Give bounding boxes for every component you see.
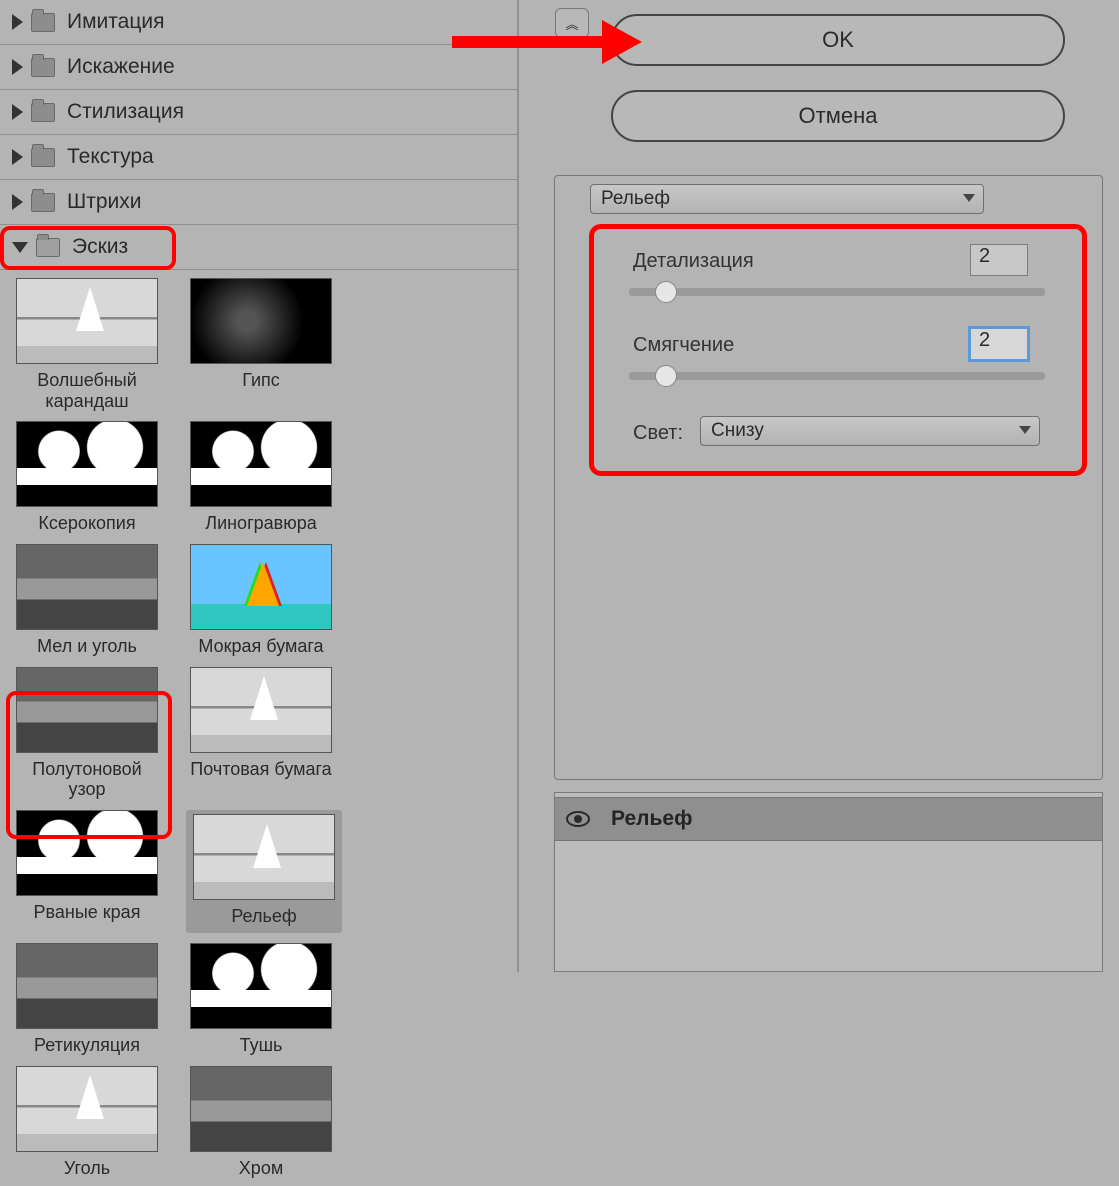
thumb-caption: Мокрая бумага <box>198 636 323 657</box>
folder-row-5[interactable]: Эскиз <box>0 225 517 270</box>
filter-thumb-0[interactable]: Волшебный карандаш <box>12 278 162 411</box>
soft-input[interactable]: 2 <box>970 328 1028 360</box>
eye-icon <box>565 810 591 828</box>
thumb-caption: Тушь <box>240 1035 283 1056</box>
filter-thumb-2[interactable]: Ксерокопия <box>12 421 162 534</box>
thumb-caption: Линогравюра <box>205 513 317 534</box>
thumb-preview <box>16 278 158 364</box>
collapse-panel-button[interactable]: ︽ <box>555 8 589 38</box>
thumb-caption: Ретикуляция <box>34 1035 140 1056</box>
filter-thumb-5[interactable]: Мокрая бумага <box>186 544 336 657</box>
thumb-preview <box>16 544 158 630</box>
light-label: Свет: <box>633 422 683 445</box>
filter-select[interactable]: Рельеф <box>590 184 984 214</box>
filter-thumb-9[interactable]: Рельеф <box>186 810 342 933</box>
folder-icon <box>31 193 55 212</box>
thumb-caption: Хром <box>239 1158 283 1179</box>
thumb-preview <box>16 667 158 753</box>
folder-row-2[interactable]: Стилизация <box>0 90 517 135</box>
folder-icon <box>31 148 55 167</box>
soft-label: Смягчение <box>633 334 734 357</box>
filter-thumb-13[interactable]: Хром <box>186 1066 336 1179</box>
soft-slider[interactable] <box>629 372 1045 380</box>
thumb-preview <box>190 278 332 364</box>
detail-slider[interactable] <box>629 288 1045 296</box>
folder-icon <box>36 238 60 257</box>
double-chevron-up-icon: ︽ <box>565 14 578 33</box>
folder-row-0[interactable]: Имитация <box>0 0 517 45</box>
detail-input[interactable]: 2 <box>970 244 1028 276</box>
ok-button[interactable]: OK <box>611 14 1065 66</box>
layer-row[interactable]: Рельеф <box>555 797 1102 841</box>
folder-label: Эскиз <box>72 235 128 259</box>
thumb-preview <box>16 943 158 1029</box>
filter-thumb-10[interactable]: Ретикуляция <box>12 943 162 1056</box>
chevron-down-icon <box>1019 426 1031 434</box>
filter-thumb-8[interactable]: Рваные края <box>12 810 162 933</box>
thumb-caption: Рельеф <box>231 906 296 927</box>
slider-thumb-icon[interactable] <box>655 281 677 303</box>
cancel-label: Отмена <box>799 103 878 129</box>
filter-thumb-7[interactable]: Почтовая бумага <box>186 667 336 800</box>
folder-label: Штрихи <box>67 190 142 214</box>
chevron-down-icon <box>963 194 975 202</box>
folder-label: Имитация <box>67 10 164 34</box>
thumb-preview <box>190 1066 332 1152</box>
thumb-preview <box>190 421 332 507</box>
thumb-caption: Рваные края <box>34 902 141 923</box>
folder-icon <box>31 13 55 32</box>
folder-row-1[interactable]: Искажение <box>0 45 517 90</box>
folder-label: Стилизация <box>67 100 184 124</box>
disclosure-triangle-icon <box>12 14 23 30</box>
filter-thumb-11[interactable]: Тушь <box>186 943 336 1056</box>
thumb-preview <box>16 421 158 507</box>
folder-label: Искажение <box>67 55 175 79</box>
folder-row-3[interactable]: Текстура <box>0 135 517 180</box>
thumb-preview <box>190 667 332 753</box>
light-select[interactable]: Снизу <box>700 416 1040 446</box>
folder-icon <box>31 58 55 77</box>
thumb-caption: Ксерокопия <box>38 513 135 534</box>
filter-thumb-4[interactable]: Мел и уголь <box>12 544 162 657</box>
thumb-caption: Гипс <box>242 370 280 391</box>
cancel-button[interactable]: Отмена <box>611 90 1065 142</box>
thumb-caption: Мел и уголь <box>37 636 137 657</box>
thumb-caption: Почтовая бумага <box>190 759 331 780</box>
thumb-preview <box>190 943 332 1029</box>
thumb-preview <box>16 810 158 896</box>
disclosure-triangle-icon <box>12 194 23 210</box>
disclosure-triangle-icon <box>12 59 23 75</box>
layer-name: Рельеф <box>601 807 1102 831</box>
filter-thumb-1[interactable]: Гипс <box>186 278 336 411</box>
filter-tree-panel: Имитация Искажение Стилизация Текстура Штрих… <box>0 0 519 972</box>
folder-icon <box>31 103 55 122</box>
thumb-caption: Полутоновой узор <box>12 759 162 800</box>
filter-select-value: Рельеф <box>601 188 670 210</box>
visibility-toggle[interactable] <box>555 810 601 828</box>
effect-layers-list: Рельеф <box>554 792 1103 972</box>
filter-thumb-6[interactable]: Полутоновой узор <box>12 667 162 800</box>
filter-thumb-3[interactable]: Линогравюра <box>186 421 336 534</box>
thumb-preview <box>16 1066 158 1152</box>
filter-settings-panel: Рельеф Детализация 2 Смягчение 2 Свет: С… <box>554 175 1103 780</box>
light-select-value: Снизу <box>711 420 764 442</box>
disclosure-triangle-icon <box>12 149 23 165</box>
disclosure-triangle-icon <box>12 242 28 253</box>
thumbnail-grid: Волшебный карандаш Гипс Ксерокопия Линограв… <box>0 270 517 1186</box>
disclosure-triangle-icon <box>12 104 23 120</box>
thumb-preview <box>190 544 332 630</box>
detail-label: Детализация <box>633 250 754 273</box>
ok-label: OK <box>822 27 854 53</box>
filter-thumb-12[interactable]: Уголь <box>12 1066 162 1179</box>
thumb-caption: Уголь <box>64 1158 110 1179</box>
folder-label: Текстура <box>67 145 154 169</box>
folder-row-4[interactable]: Штрихи <box>0 180 517 225</box>
thumb-caption: Волшебный карандаш <box>12 370 162 411</box>
slider-thumb-icon[interactable] <box>655 365 677 387</box>
thumb-preview <box>193 814 335 900</box>
